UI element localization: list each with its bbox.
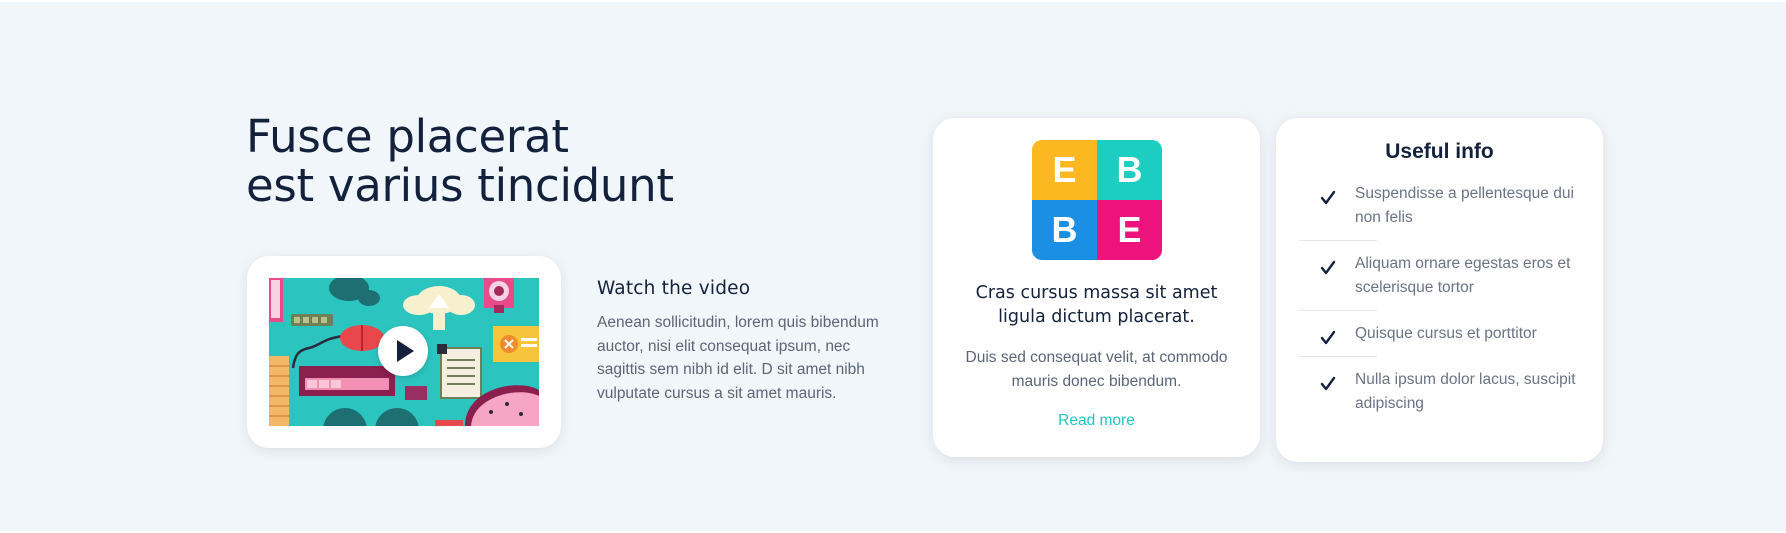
headline-line-2: est varius tincidunt [246,159,674,212]
logo-cell-bottom-left: B [1032,200,1097,260]
list-item-text: Nulla ipsum dolor lacus, suscipit adipis… [1355,371,1576,412]
list-divider [1299,240,1377,241]
feature-title: Cras cursus massa sit amet ligula dictum… [975,283,1218,327]
check-icon [1320,376,1336,391]
check-icon [1320,260,1336,275]
ebbe-logo: E B B E [1032,140,1162,260]
feature-card: E B B E Cras cursus massa sit amet ligul… [933,118,1260,457]
video-title: Watch the video [597,278,751,299]
list-divider [1299,356,1377,357]
play-icon [397,340,414,362]
list-item-text: Quisque cursus et porttitor [1355,325,1537,342]
info-title: Useful info [1385,140,1494,163]
page-headline: Fusce placerat est varius tincidunt [246,112,674,210]
useful-info-card: Useful info Suspendisse a pellentesque d… [1276,118,1603,462]
video-description: Aenean sollicitudin, lorem quis bibendum… [597,314,879,402]
feature-description: Duis sed consequat velit, at commodo mau… [965,349,1228,390]
headline-line-1: Fusce placerat [246,110,569,163]
logo-cell-top-right: B [1097,140,1162,200]
logo-cell-bottom-right: E [1097,200,1162,260]
page-section: Fusce placerat est varius tincidunt Watc… [0,2,1786,531]
list-item-text: Aliquam ornare egestas eros et scelerisq… [1355,255,1571,296]
read-more-link[interactable]: Read more [933,412,1260,430]
play-button[interactable] [378,326,428,376]
logo-cell-top-left: E [1032,140,1097,200]
check-icon [1320,330,1336,345]
video-thumbnail[interactable] [269,278,539,426]
video-text-block: Watch the video Aenean sollicitudin, lor… [597,277,897,405]
check-icon [1320,190,1336,205]
list-divider [1299,310,1377,311]
video-card [247,256,561,448]
list-item-text: Suspendisse a pellentesque dui non felis [1355,185,1574,226]
